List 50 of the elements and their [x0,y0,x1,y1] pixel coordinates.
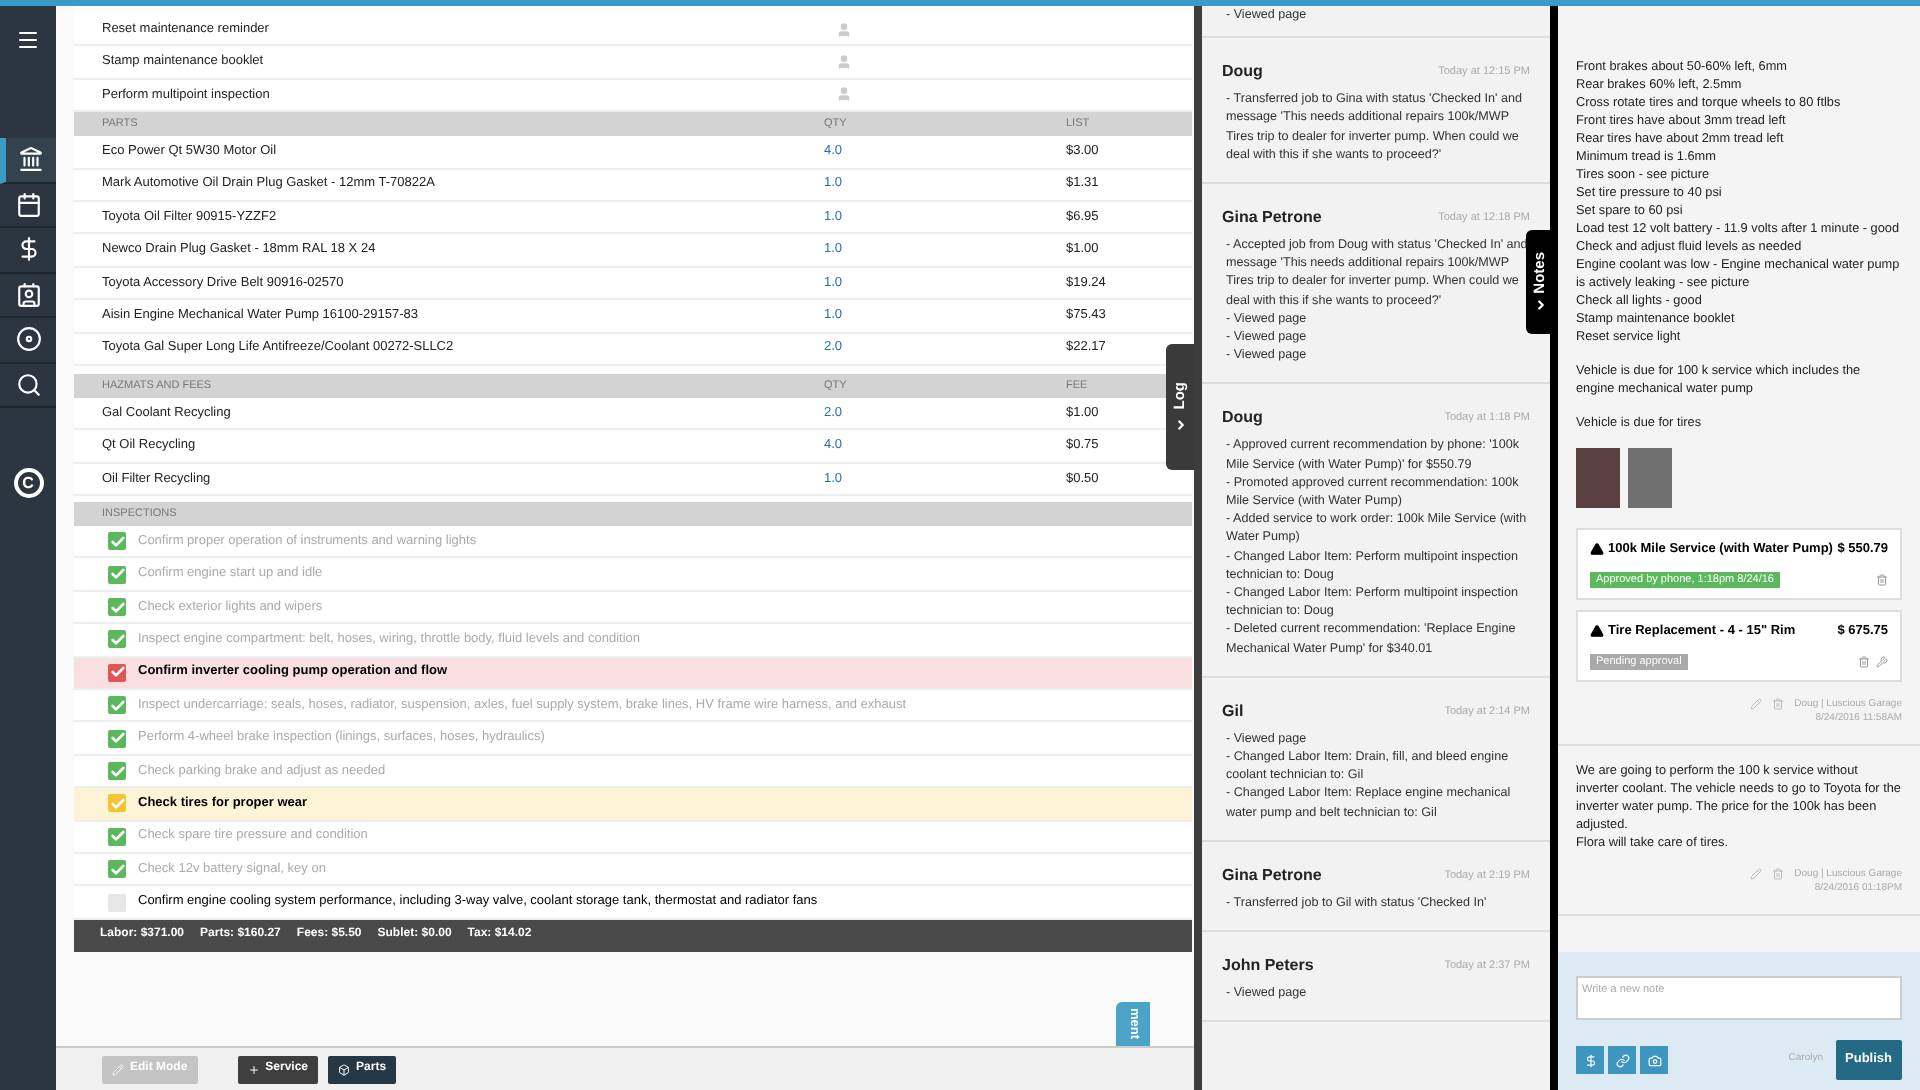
dollar-icon [1583,1053,1597,1067]
checkbox[interactable] [108,598,126,617]
attach-button[interactable] [1608,1046,1636,1074]
checkbox[interactable] [108,729,126,748]
checkbox[interactable] [108,532,126,551]
camera-icon [1647,1053,1661,1067]
log-author: John Peters [1222,954,1314,979]
person-icon[interactable] [836,21,852,38]
trash-icon[interactable] [1876,573,1888,586]
checkbox[interactable] [108,860,126,879]
pencil-icon [112,1063,124,1075]
chevron-icon [1533,298,1547,313]
pencil-icon[interactable] [1750,868,1763,881]
checkbox[interactable] [108,565,126,584]
person-icon[interactable] [836,54,852,71]
search-icon [15,371,41,398]
log-author: Gil [1222,699,1244,724]
sidebar-item[interactable] [0,138,56,183]
log-author: Gina Petrone [1222,206,1322,231]
logo-badge[interactable]: C [13,468,43,498]
checkbox[interactable] [108,827,126,846]
person-icon[interactable] [836,86,852,103]
trash-icon[interactable] [1858,655,1870,667]
checkbox[interactable] [108,696,126,715]
log-author: Doug [1222,406,1263,431]
checkbox[interactable] [108,762,126,780]
pencil-icon[interactable] [1750,698,1763,711]
checkbox[interactable] [108,893,126,912]
camera-button[interactable] [1640,1046,1668,1074]
checkbox[interactable] [108,663,126,682]
log-author: Gina Petrone [1222,863,1322,888]
dollar-icon [15,236,41,263]
trash-icon[interactable] [1772,868,1785,881]
dollar-button[interactable] [1576,1046,1604,1074]
chevron-icon [1173,417,1187,432]
menu-icon[interactable] [16,28,40,52]
checkbox[interactable] [108,794,126,813]
plus-icon [247,1063,260,1075]
warning-icon [1590,542,1604,557]
wrench-icon[interactable] [1876,655,1888,667]
trash-icon[interactable] [1772,698,1785,711]
log-author: Doug [1222,60,1263,85]
disc-icon [15,326,41,353]
box-icon [338,1063,351,1075]
calendar-icon [15,191,41,218]
checkbox[interactable] [108,630,126,649]
warning-icon [1590,624,1604,639]
contacts-icon [15,281,41,308]
link-icon [1615,1053,1629,1067]
building-icon [18,146,44,173]
